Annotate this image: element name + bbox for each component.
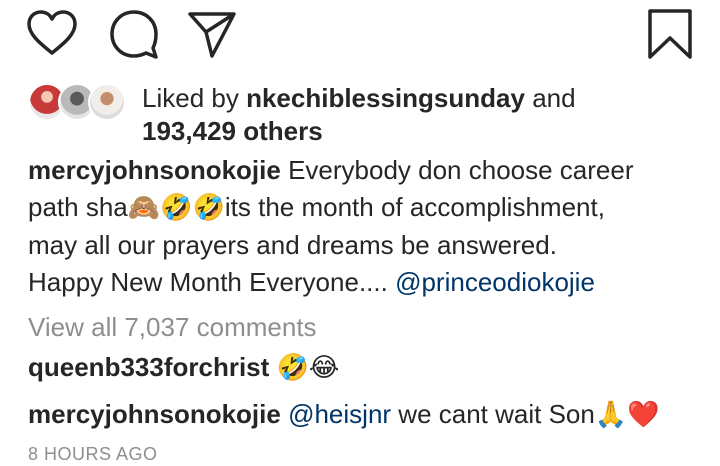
caption-line2b: its the month of accomplishment, [224,192,605,222]
heart-icon[interactable] [26,8,78,60]
caption-line3: may all our prayers and dreams be answer… [28,230,557,260]
liked-by-joiner: and [532,83,576,113]
caption-emojis: 🙈🤣🤣 [127,193,225,223]
bookmark-icon[interactable] [644,8,696,60]
comment-emojis: 🙏❤️ [594,400,660,430]
comment-username-link[interactable]: queenb333forchrist [28,352,269,382]
comment-item: mercyjohnsonokojie @heisjnr we cant wait… [28,396,660,433]
liked-by-text: Liked by nkechiblessingsunday and 193,42… [142,82,576,148]
liked-by-prefix: Liked by [142,83,239,113]
comment-username-link[interactable]: mercyjohnsonokojie [28,399,281,429]
comment-icon[interactable] [108,8,160,60]
liker-avatars[interactable] [28,82,128,124]
caption-line1: Everybody don choose career [288,155,634,185]
paper-plane-icon[interactable] [186,8,238,60]
comment-text: we cant wait Son [391,399,595,429]
caption-mention-link[interactable]: @princeodiokojie [395,267,595,297]
comment-mention-link[interactable]: @heisjnr [288,399,391,429]
post-caption: mercyjohnsonokojie Everybody don choose … [28,152,698,301]
liked-by-user-link[interactable]: nkechiblessingsunday [246,83,525,113]
comment-item: queenb333forchrist 🤣😂 [28,349,339,386]
caption-line2a: path sha [28,192,128,222]
comment-text: 🤣😂 [276,353,340,383]
avatar [88,83,126,121]
view-all-comments-link[interactable]: View all 7,037 comments [28,309,317,345]
post-timestamp: 8 HOURS AGO [28,444,158,464]
likes-count-link[interactable]: 193,429 others [142,116,323,146]
likes-section: Liked by nkechiblessingsunday and 193,42… [28,82,708,148]
caption-username-link[interactable]: mercyjohnsonokojie [28,155,281,185]
post-action-bar [0,0,720,66]
caption-line4: Happy New Month Everyone.... [28,267,388,297]
